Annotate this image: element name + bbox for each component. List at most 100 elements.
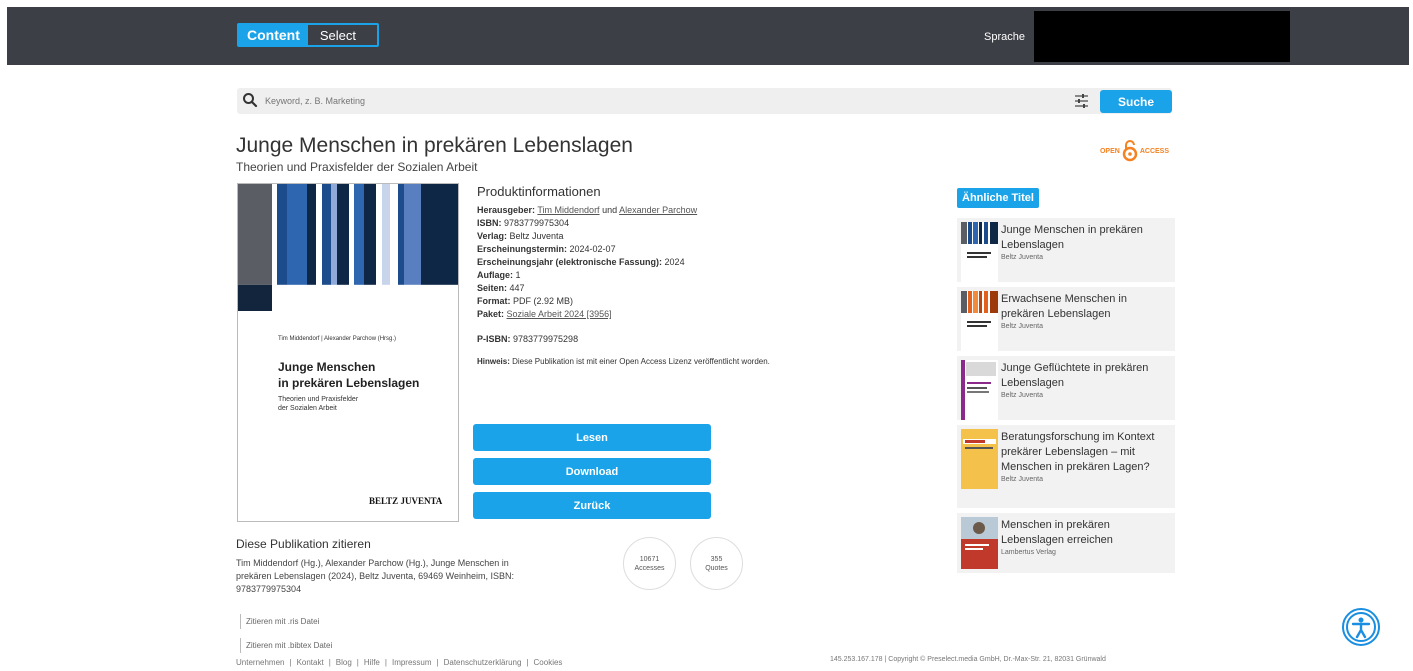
year-row: Erscheinungsjahr (elektronische Fassung)… [477,256,947,269]
editor-label: Herausgeber: [477,205,536,215]
editor-and: und [599,205,620,215]
page-subtitle: Theorien und Praxisfelder der Sozialen A… [236,160,478,174]
similar-item[interactable]: Junge Geflüchtete in prekären Lebenslage… [957,356,1175,420]
search-input[interactable] [265,92,1065,110]
isbn-value: 9783779975304 [501,218,570,228]
similar-publisher: Beltz Juventa [1001,254,1044,261]
package-link[interactable]: Soziale Arbeit 2024 [3956] [507,309,612,319]
pages-row: Seiten: 447 [477,282,947,295]
date-row: Erscheinungstermin: 2024-02-07 [477,243,947,256]
similar-cover-image [961,222,998,282]
similar-thumbnail [961,429,998,489]
open-access-logo: OPEN ACCESS [1097,136,1172,166]
edition-label: Auflage: [477,270,513,280]
accessibility-button[interactable] [1342,608,1380,646]
cover-subtitle-line: Theorien und Praxisfelder [278,396,359,403]
language-select[interactable] [1034,11,1290,62]
accesses-stat: 10671 Accesses [623,537,676,590]
language-label: Sprache [984,31,1025,43]
footer-links: Unternehmen | Kontakt | Blog | Hilfe | Impressum… [236,658,563,667]
footer-link-contact[interactable]: Kontakt [297,658,324,667]
book-cover: Tim Middendorf | Alexander Parchow (Hrsg… [237,183,459,522]
similar-cover-image [961,291,998,351]
note-row: Hinweis: Diese Publikation ist mit einer… [477,357,770,366]
accessibility-icon [1346,612,1376,642]
editor-link-middendorf[interactable]: Tim Middendorf [537,205,599,215]
page-title: Junge Menschen in prekären Lebenslagen [236,134,633,157]
content-select-logo[interactable]: Content Select [237,23,379,47]
similar-text: Menschen in prekären Lebenslagen erreich… [1001,518,1171,556]
similar-title[interactable]: Junge Geflüchtete in prekären Lebenslage… [1001,361,1171,391]
year-value: 2024 [662,257,685,267]
cover-title-line: in prekären Lebenslagen [278,375,420,390]
footer-link-imprint[interactable]: Impressum [392,658,432,667]
similar-title[interactable]: Beratungsforschung im Kontext prekärer L… [1001,430,1171,475]
publisher-row: Verlag: Beltz Juventa [477,230,947,243]
similar-text: Junge Geflüchtete in prekären Lebenslage… [1001,361,1171,399]
similar-thumbnail [961,517,998,569]
editor-link-parchow[interactable]: Alexander Parchow [619,205,697,215]
similar-publisher: Beltz Juventa [1001,323,1044,330]
similar-item[interactable]: Menschen in prekären Lebenslagen erreich… [957,513,1175,573]
quotes-value: 355 [710,555,723,563]
similar-publisher: Beltz Juventa [1001,476,1044,483]
similar-cover-image [961,360,998,420]
read-button[interactable]: Lesen [473,424,711,451]
brand-content-label: Content [239,25,308,45]
similar-thumbnail [961,360,998,420]
similar-title[interactable]: Junge Menschen in prekären Lebenslagen [1001,223,1171,253]
similar-text: Beratungsforschung im Kontext prekärer L… [1001,430,1171,483]
open-access-left: OPEN [1099,147,1120,155]
similar-item[interactable]: Erwachsene Menschen in prekären Lebensla… [957,287,1175,351]
editor-row: Herausgeber: Tim Middendorf und Alexande… [477,204,947,217]
format-row: Format: PDF (2.92 MB) [477,295,947,308]
search-button[interactable]: Suche [1100,90,1172,113]
cover-title: Junge Menschen in prekären Lebenslagen [278,360,458,391]
format-value: PDF (2.92 MB) [510,296,574,306]
brand-select-label: Select [307,25,377,45]
cover-title-line: Junge Menschen [278,360,376,374]
similar-publisher: Beltz Juventa [1001,392,1044,399]
footer-link-privacy[interactable]: Datenschutzerklärung [444,658,522,667]
year-label: Erscheinungsjahr (elektronische Fassung)… [477,257,663,267]
pisbn-row: P-ISBN: 9783779975298 [477,334,578,344]
cover-author: Tim Middendorf | Alexander Parchow (Hrsg… [278,336,397,342]
cite-heading: Diese Publikation zitieren [236,537,371,551]
publisher-label: Verlag: [477,231,508,241]
filter-sliders-icon[interactable] [1074,94,1089,108]
similar-item[interactable]: Junge Menschen in prekären Lebenslagen B… [957,218,1175,282]
product-info-heading: Produktinformationen [477,184,601,199]
open-lock-icon [1122,140,1138,162]
similar-item[interactable]: Beratungsforschung im Kontext prekärer L… [957,425,1175,508]
top-bar: Content Select Sprache [7,7,1409,65]
footer-copyright-text: Copyright © Preselect.media GmbH, Dr.-Ma… [888,656,1106,663]
isbn-label: ISBN: [477,218,502,228]
similar-publisher: Lambertus Verlag [1001,549,1056,556]
cite-text: Tim Middendorf (Hg.), Alexander Parchow … [236,558,515,594]
format-label: Format: [477,296,511,306]
edition-value: 1 [513,270,521,280]
cite-ris-link[interactable]: Zitieren mit .ris Datei [240,614,319,629]
note-value: Diese Publikation ist mit einer Open Acc… [509,357,770,366]
similar-titles-heading: Ähnliche Titel [957,188,1039,208]
note-label: Hinweis: [477,357,510,366]
similar-title[interactable]: Menschen in prekären Lebenslagen erreich… [1001,518,1171,548]
pages-value: 447 [507,283,525,293]
similar-title[interactable]: Erwachsene Menschen in prekären Lebensla… [1001,292,1171,322]
search-icon [243,93,258,108]
footer-link-help[interactable]: Hilfe [364,658,380,667]
footer-link-company[interactable]: Unternehmen [236,658,284,667]
back-button[interactable]: Zurück [473,492,711,519]
date-value: 2024-02-07 [567,244,616,254]
similar-text: Erwachsene Menschen in prekären Lebensla… [1001,292,1171,330]
pisbn-label: P-ISBN: [477,334,511,344]
footer-link-blog[interactable]: Blog [336,658,352,667]
cite-bibtex-link[interactable]: Zitieren mit .bibtex Datei [240,638,332,653]
package-label: Paket: [477,309,505,319]
open-access-right: ACCESS [1139,147,1170,155]
download-button[interactable]: Download [473,458,711,485]
similar-cover-image [961,517,998,569]
similar-thumbnail [961,222,998,282]
cover-stripe-pattern [238,184,458,311]
footer-link-cookies[interactable]: Cookies [534,658,563,667]
